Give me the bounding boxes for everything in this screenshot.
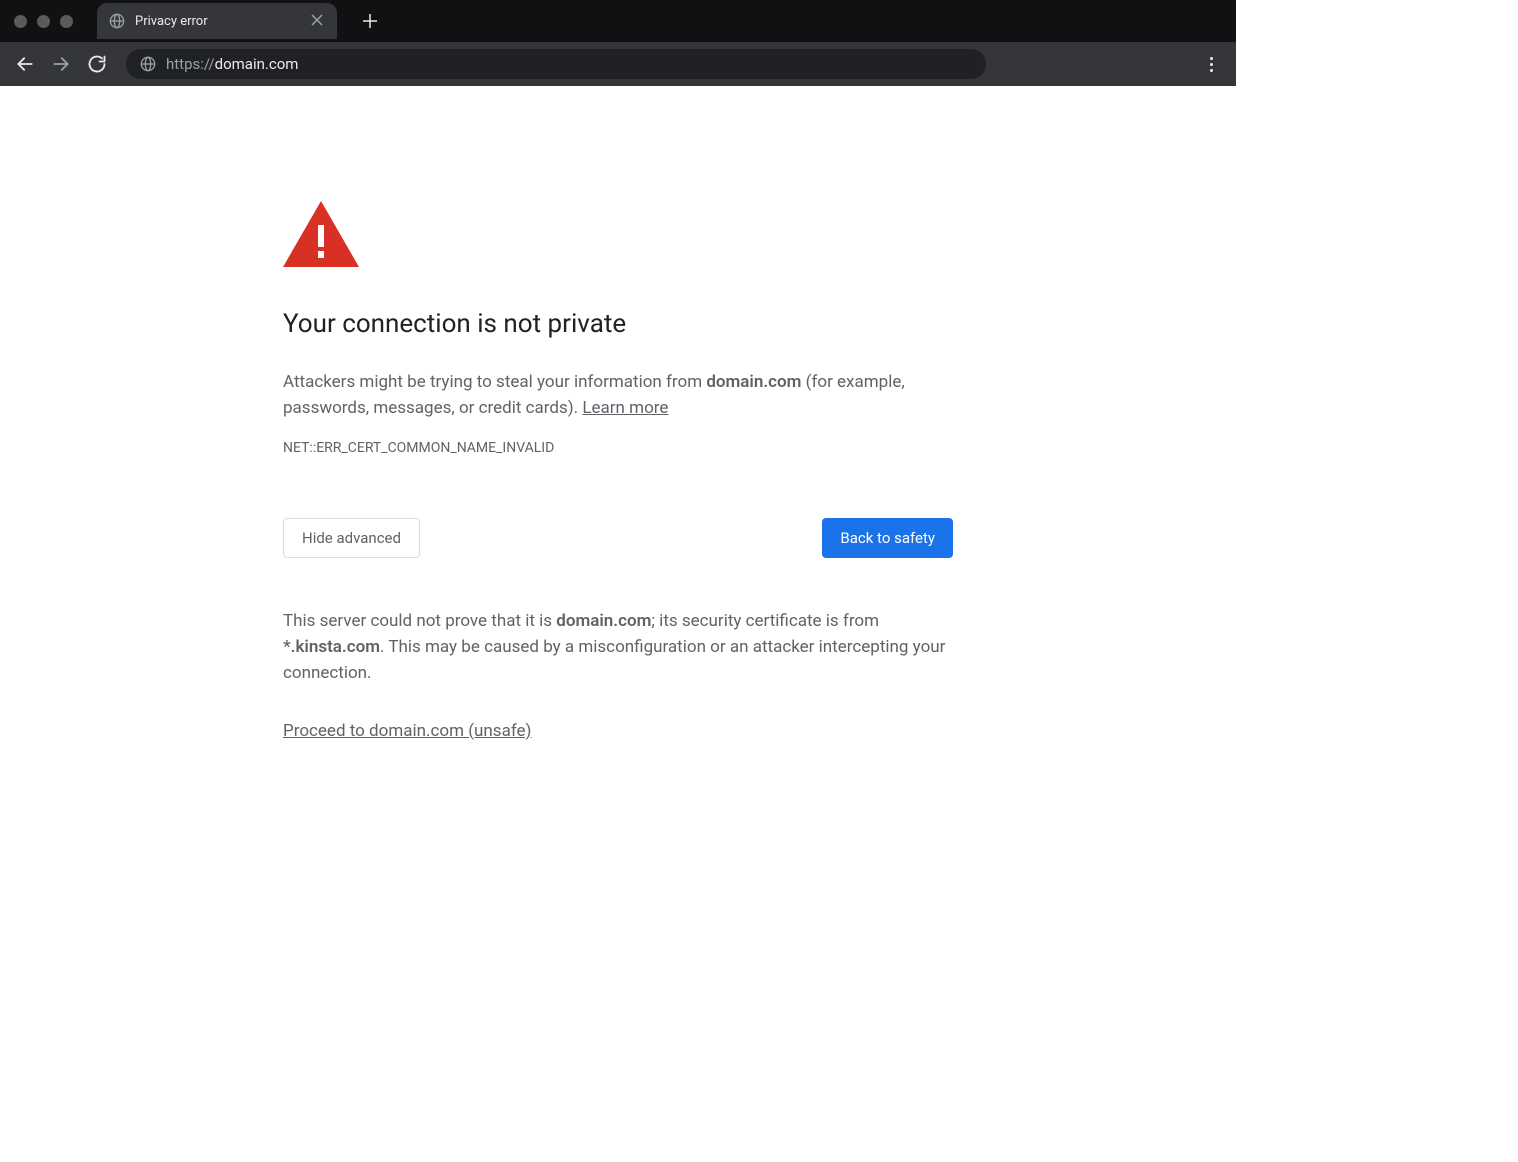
window-controls — [14, 15, 73, 28]
new-tab-button[interactable] — [363, 9, 377, 33]
learn-more-link[interactable]: Learn more — [582, 398, 668, 418]
url-host: domain.com — [215, 55, 299, 73]
close-tab-icon[interactable] — [311, 14, 323, 29]
dots-vertical-icon — [1210, 57, 1213, 60]
url-protocol: https:// — [166, 55, 215, 73]
titlebar: Privacy error — [0, 0, 1236, 42]
reload-button[interactable] — [82, 49, 112, 79]
globe-icon — [109, 13, 125, 29]
advanced-explanation: This server could not prove that it is d… — [283, 608, 953, 687]
proceed-unsafe-link[interactable]: Proceed to domain.com (unsafe) — [283, 721, 531, 741]
page-content: Your connection is not private Attackers… — [0, 86, 1236, 741]
warning-triangle-icon — [283, 201, 953, 271]
close-window-button[interactable] — [14, 15, 27, 28]
forward-button[interactable] — [46, 49, 76, 79]
error-body: Attackers might be trying to steal your … — [283, 369, 953, 422]
toolbar: https://domain.com — [0, 42, 1236, 86]
browser-tab[interactable]: Privacy error — [97, 3, 337, 39]
browser-menu-button[interactable] — [1196, 49, 1226, 79]
error-domain: domain.com — [706, 372, 801, 392]
minimize-window-button[interactable] — [37, 15, 50, 28]
tab-title: Privacy error — [135, 14, 277, 29]
globe-icon — [140, 56, 156, 72]
error-headline: Your connection is not private — [283, 309, 953, 339]
address-bar[interactable]: https://domain.com — [126, 49, 986, 79]
privacy-error-interstitial: Your connection is not private Attackers… — [283, 201, 953, 741]
hide-advanced-button[interactable]: Hide advanced — [283, 518, 420, 558]
maximize-window-button[interactable] — [60, 15, 73, 28]
back-to-safety-button[interactable]: Back to safety — [822, 518, 953, 558]
error-code: NET::ERR_CERT_COMMON_NAME_INVALID — [283, 440, 953, 456]
browser-chrome: Privacy error https:/ — [0, 0, 1236, 86]
back-button[interactable] — [10, 49, 40, 79]
button-row: Hide advanced Back to safety — [283, 518, 953, 558]
